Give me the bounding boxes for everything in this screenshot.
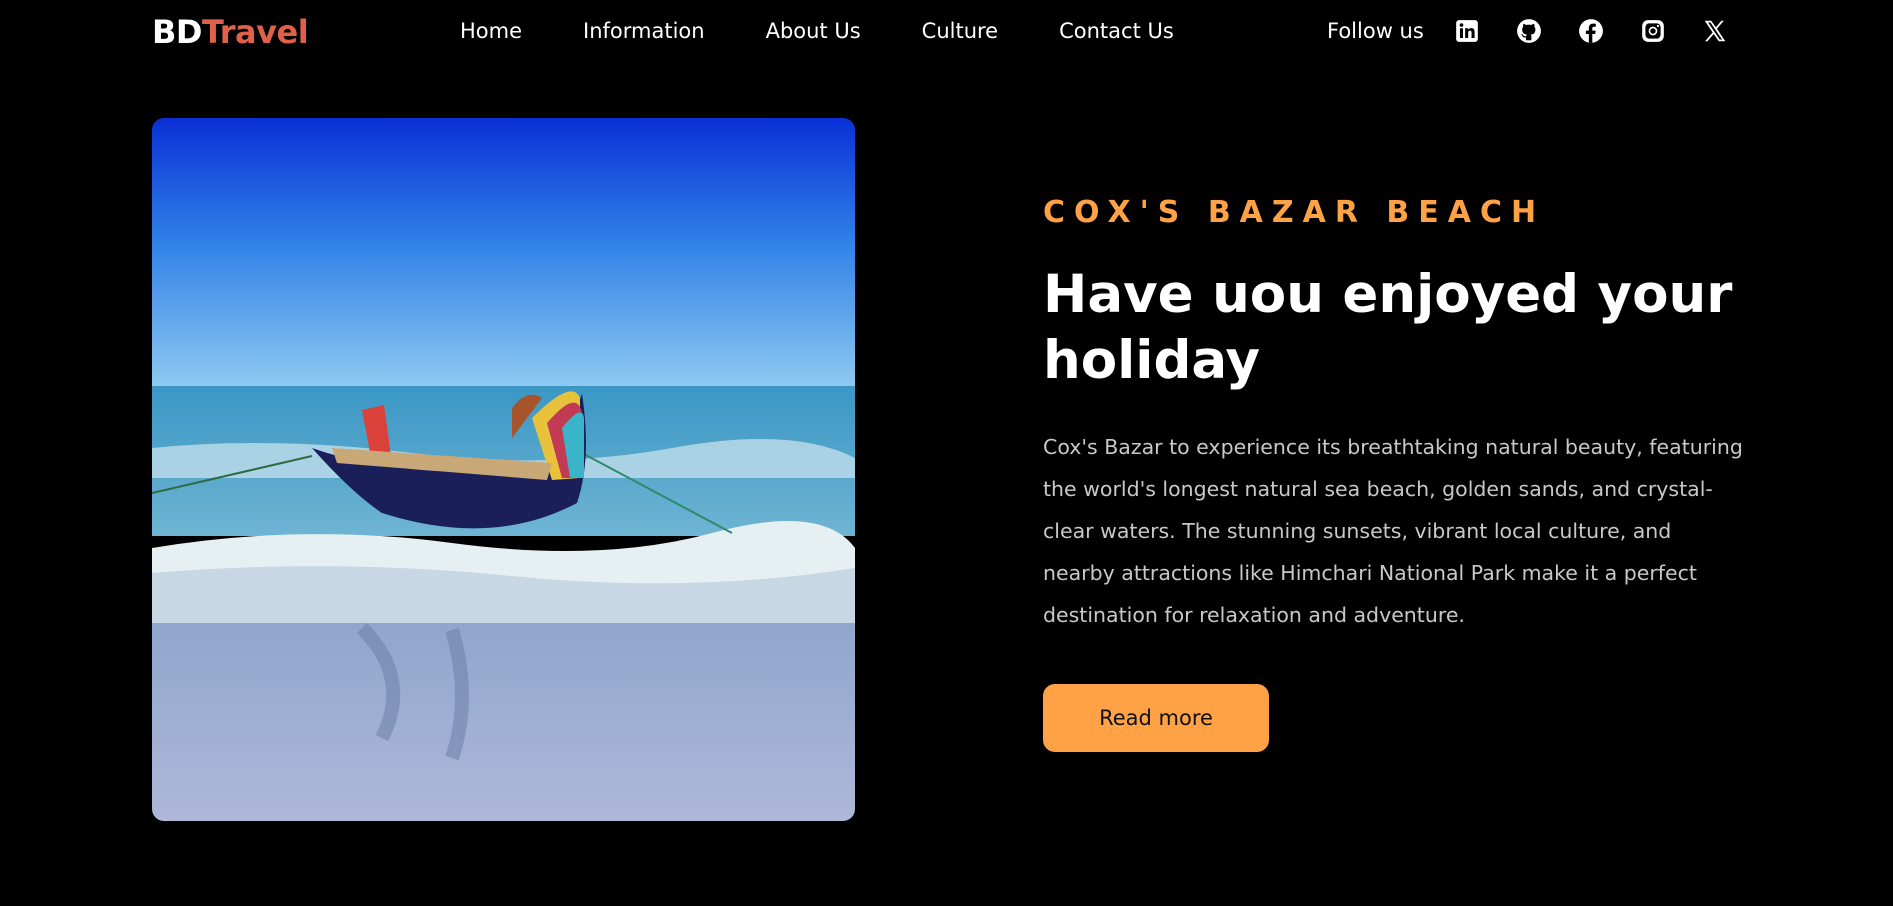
read-more-button[interactable]: Read more	[1043, 684, 1269, 752]
x-icon[interactable]	[1702, 18, 1728, 44]
main-nav: Home Information About Us Culture Contac…	[460, 19, 1174, 43]
beach-boat-illustration	[152, 118, 855, 821]
instagram-icon[interactable]	[1640, 18, 1666, 44]
hero-headline: Have uou enjoyed your holiday	[1043, 264, 1733, 391]
brand-logo-part2: Travel	[201, 13, 309, 51]
nav-item-home[interactable]: Home	[460, 19, 522, 43]
nav-item-about-us[interactable]: About Us	[766, 19, 861, 43]
hero-description: Cox's Bazar to experience its breathtaki…	[1043, 435, 1743, 627]
beach-boat-photo	[152, 118, 855, 821]
nav-item-information[interactable]: Information	[583, 19, 705, 43]
brand-logo[interactable]: BDTravel	[152, 13, 309, 51]
linkedin-icon[interactable]	[1454, 18, 1480, 44]
nav-item-contact-us[interactable]: Contact Us	[1059, 19, 1174, 43]
github-icon[interactable]	[1516, 18, 1542, 44]
social-links	[1454, 18, 1728, 44]
section-eyebrow: COX'S BAZAR BEACH	[1043, 195, 1546, 230]
navbar: BDTravel Home Information About Us Cultu…	[0, 0, 1893, 64]
follow-us-label: Follow us	[1327, 19, 1424, 43]
nav-item-culture[interactable]: Culture	[922, 19, 998, 43]
facebook-icon[interactable]	[1578, 18, 1604, 44]
brand-logo-part1: BD	[152, 13, 202, 51]
